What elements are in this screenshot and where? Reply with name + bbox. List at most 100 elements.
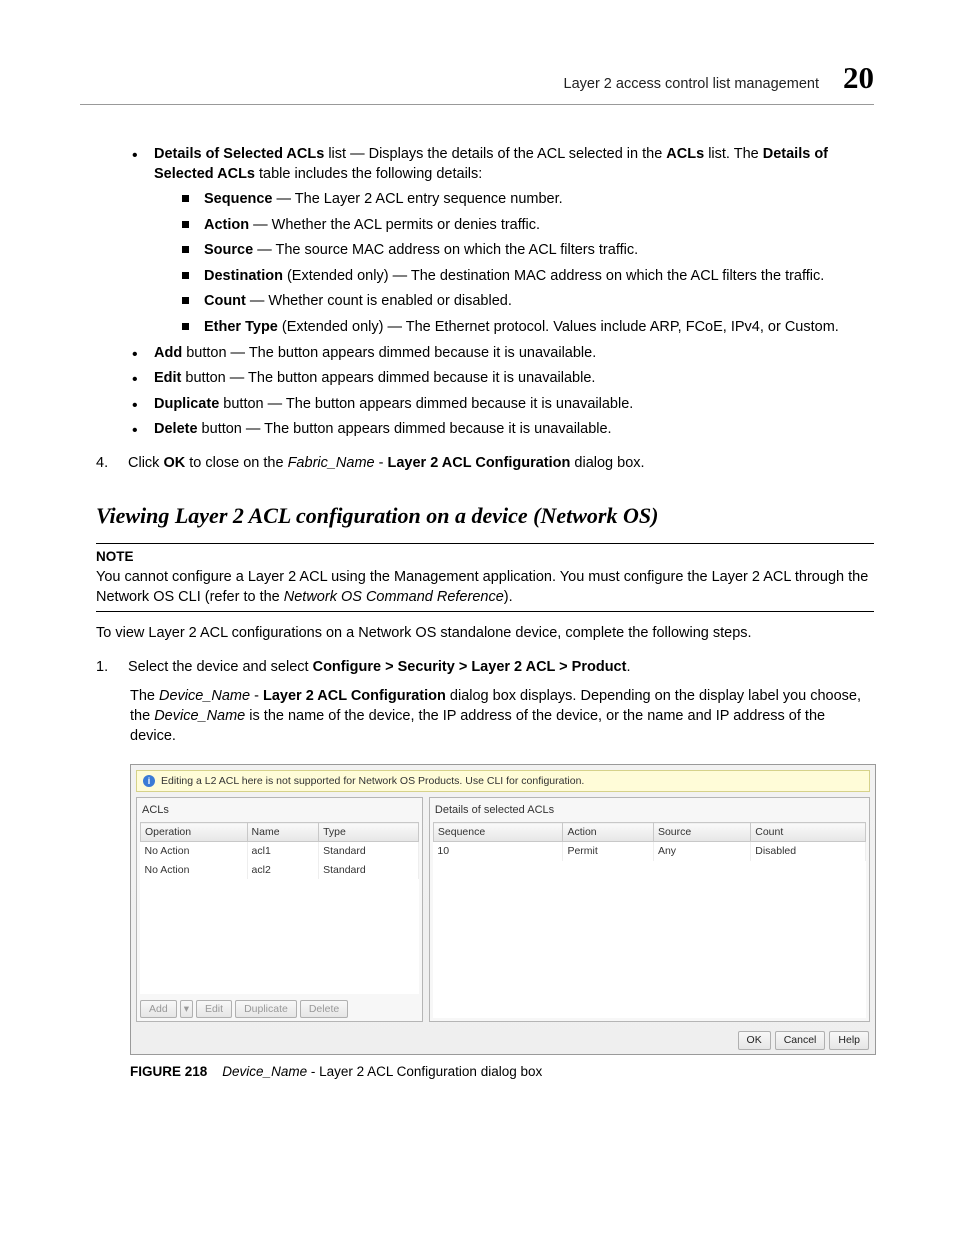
text: — The source MAC address on which the AC… bbox=[253, 242, 638, 258]
text: button — The button appears dimmed becau… bbox=[198, 421, 612, 437]
text: Click bbox=[128, 455, 163, 471]
bold-text: Count bbox=[204, 293, 246, 309]
details-pane: Details of selected ACLs Sequence Action… bbox=[429, 797, 870, 1022]
step-1-sub: The Device_Name - Layer 2 ACL Configurat… bbox=[130, 687, 874, 746]
col-type[interactable]: Type bbox=[319, 823, 419, 842]
bullet-details: Details of Selected ACLs list — Displays… bbox=[130, 145, 874, 338]
sub-bullet-destination: Destination (Extended only) — The destin… bbox=[180, 267, 874, 287]
paragraph-view-intro: To view Layer 2 ACL configurations on a … bbox=[96, 624, 874, 644]
col-count[interactable]: Count bbox=[751, 823, 866, 842]
step-number: 4. bbox=[96, 454, 118, 474]
bold-text: Layer 2 ACL Configuration bbox=[263, 688, 446, 704]
text: button — The button appears dimmed becau… bbox=[219, 396, 633, 412]
details-grid[interactable]: Sequence Action Source Count 10 Permit bbox=[433, 822, 866, 1018]
acls-button-row: Add ▾ Edit Duplicate Delete bbox=[140, 1000, 419, 1018]
cell: acl2 bbox=[247, 861, 319, 879]
dialog-figure: i Editing a L2 ACL here is not supported… bbox=[130, 764, 874, 1081]
acl-config-dialog: i Editing a L2 ACL here is not supported… bbox=[130, 764, 876, 1054]
table-row[interactable]: No Action acl2 Standard bbox=[141, 861, 419, 879]
bullet-delete: Delete button — The button appears dimme… bbox=[130, 420, 874, 440]
bold-text: Destination bbox=[204, 268, 283, 284]
text: - bbox=[250, 688, 263, 704]
step-number: 1. bbox=[96, 658, 118, 678]
text: . bbox=[626, 659, 630, 675]
bold-text: ACLs bbox=[666, 146, 704, 162]
col-name[interactable]: Name bbox=[247, 823, 319, 842]
help-button[interactable]: Help bbox=[829, 1031, 869, 1049]
dialog-panes: ACLs Operation Name Type No bbox=[131, 797, 875, 1027]
acls-pane: ACLs Operation Name Type No bbox=[136, 797, 423, 1022]
cancel-button[interactable]: Cancel bbox=[775, 1031, 826, 1049]
text: (Extended only) — The Ethernet protocol.… bbox=[278, 319, 839, 335]
acls-pane-title: ACLs bbox=[142, 803, 417, 818]
bold-text: Details of Selected ACLs bbox=[154, 146, 324, 162]
step-body: Select the device and select Configure >… bbox=[128, 658, 874, 678]
sub-bullet-ethertype: Ether Type (Extended only) — The Etherne… bbox=[180, 318, 874, 338]
bold-text: Add bbox=[154, 345, 182, 361]
add-button: Add bbox=[140, 1000, 177, 1018]
bold-text: Delete bbox=[154, 421, 198, 437]
col-operation[interactable]: Operation bbox=[141, 823, 248, 842]
cell: No Action bbox=[141, 861, 248, 879]
sub-bullet-action: Action — Whether the ACL permits or deni… bbox=[180, 216, 874, 236]
dialog-footer: OK Cancel Help bbox=[131, 1027, 875, 1053]
cell: Standard bbox=[319, 861, 419, 879]
header-section-title: Layer 2 access control list management bbox=[564, 76, 820, 92]
info-icon: i bbox=[143, 775, 155, 787]
table-row[interactable]: 10 Permit Any Disabled bbox=[433, 842, 865, 861]
col-source[interactable]: Source bbox=[653, 823, 750, 842]
step-1: 1. Select the device and select Configur… bbox=[96, 658, 874, 678]
sub-bullet-list: Sequence — The Layer 2 ACL entry sequenc… bbox=[180, 190, 874, 337]
note-top-rule bbox=[96, 543, 874, 544]
cell: Standard bbox=[319, 842, 419, 861]
info-bar: i Editing a L2 ACL here is not supported… bbox=[136, 770, 870, 792]
cell: No Action bbox=[141, 842, 248, 861]
bold-text: Action bbox=[204, 217, 249, 233]
acls-grid[interactable]: Operation Name Type No Action acl1 Stand… bbox=[140, 822, 419, 994]
step-body: Click OK to close on the Fabric_Name - L… bbox=[128, 454, 874, 474]
ok-button[interactable]: OK bbox=[738, 1031, 771, 1049]
note-bottom-rule bbox=[96, 611, 874, 612]
details-table: Sequence Action Source Count 10 Permit bbox=[433, 822, 866, 860]
sub-bullet-sequence: Sequence — The Layer 2 ACL entry sequenc… bbox=[180, 190, 874, 210]
figure-caption: FIGURE 218 Device_Name - Layer 2 ACL Con… bbox=[130, 1063, 874, 1081]
header-rule bbox=[80, 104, 874, 105]
bold-text: Source bbox=[204, 242, 253, 258]
edit-button: Edit bbox=[196, 1000, 232, 1018]
page: Layer 2 access control list management 2… bbox=[0, 0, 954, 1169]
text: list — Displays the details of the ACL s… bbox=[324, 146, 666, 162]
note-block: NOTE You cannot configure a Layer 2 ACL … bbox=[96, 543, 874, 612]
content-body: Details of Selected ACLs list — Displays… bbox=[130, 145, 874, 1081]
bullet-duplicate: Duplicate button — The button appears di… bbox=[130, 395, 874, 415]
cell: Disabled bbox=[751, 842, 866, 861]
text: — The Layer 2 ACL entry sequence number. bbox=[273, 191, 563, 207]
cell: Any bbox=[653, 842, 750, 861]
top-bullet-list: Details of Selected ACLs list — Displays… bbox=[130, 145, 874, 440]
italic-text: Device_Name bbox=[154, 708, 245, 724]
bold-text: Layer 2 ACL Configuration bbox=[388, 455, 571, 471]
text: - bbox=[375, 455, 388, 471]
text: table includes the following details: bbox=[255, 166, 482, 182]
add-dropdown-icon: ▾ bbox=[180, 1000, 193, 1018]
text: (Extended only) — The destination MAC ad… bbox=[283, 268, 824, 284]
italic-text: Fabric_Name bbox=[288, 455, 375, 471]
text: button — The button appears dimmed becau… bbox=[181, 370, 595, 386]
col-action[interactable]: Action bbox=[563, 823, 654, 842]
cell: acl1 bbox=[247, 842, 319, 861]
sub-bullet-count: Count — Whether count is enabled or disa… bbox=[180, 292, 874, 312]
page-header: Layer 2 access control list management 2… bbox=[80, 60, 874, 96]
italic-text: Device_Name bbox=[159, 688, 250, 704]
col-sequence[interactable]: Sequence bbox=[433, 823, 563, 842]
text: ). bbox=[504, 589, 513, 605]
text: dialog box. bbox=[570, 455, 644, 471]
text: Select the device and select bbox=[128, 659, 313, 675]
step-4: 4. Click OK to close on the Fabric_Name … bbox=[96, 454, 874, 474]
text: list. The bbox=[704, 146, 763, 162]
delete-button: Delete bbox=[300, 1000, 348, 1018]
cell: Permit bbox=[563, 842, 654, 861]
table-row[interactable]: No Action acl1 Standard bbox=[141, 842, 419, 861]
sub-bullet-source: Source — The source MAC address on which… bbox=[180, 241, 874, 261]
text: The bbox=[130, 688, 159, 704]
details-pane-title: Details of selected ACLs bbox=[435, 803, 864, 818]
section-heading: Viewing Layer 2 ACL configuration on a d… bbox=[96, 501, 874, 531]
